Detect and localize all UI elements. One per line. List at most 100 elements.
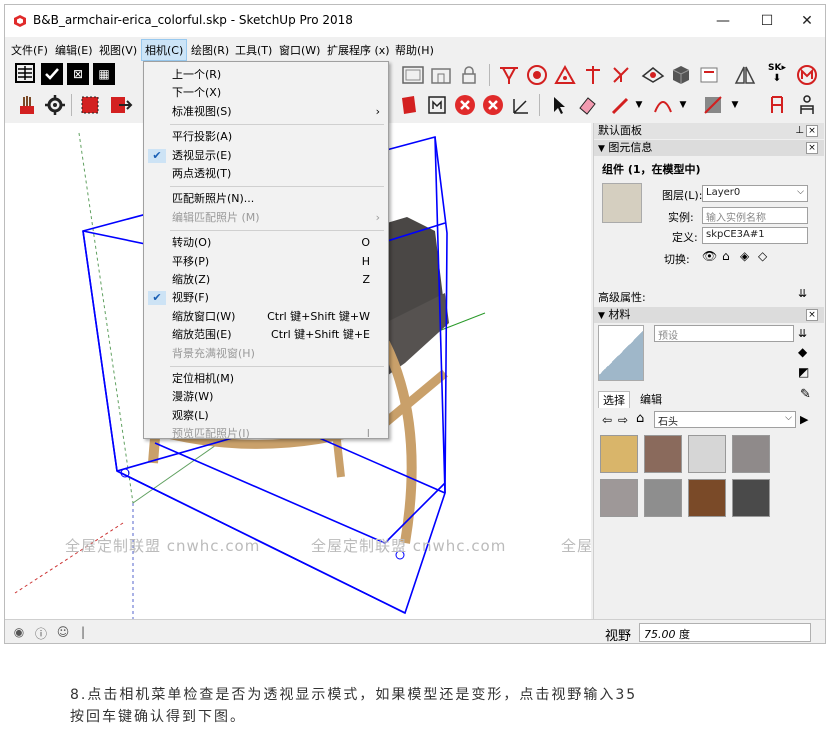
definition-input[interactable]: skpCE3A#1 — [702, 227, 808, 244]
chevron-down-icon[interactable]: ▼ — [671, 93, 695, 117]
details-arrow-icon[interactable]: ▶ — [800, 413, 808, 426]
camera-menu-item[interactable]: ✔ 透视显示(E) — [144, 147, 388, 165]
camera-menu-item[interactable]: ✔ 视野(F) — [144, 289, 388, 307]
receive-shadow-icon[interactable]: ◇ — [758, 249, 767, 263]
paint-brush-icon[interactable] — [15, 93, 39, 117]
entity-info-header[interactable]: ▼ 图元信息 × — [594, 140, 824, 156]
mail-stamp-icon[interactable] — [425, 93, 449, 117]
menu-window[interactable]: 窗口(W) — [279, 42, 320, 58]
unlock-icon[interactable]: ⌂ — [722, 249, 730, 263]
grid-icon[interactable] — [15, 63, 35, 83]
target-icon[interactable] — [525, 63, 549, 87]
back-arrow-icon[interactable]: ⇦ — [602, 413, 612, 427]
export-icon[interactable] — [109, 93, 133, 117]
close-icon[interactable]: × — [806, 142, 818, 154]
camera-menu-item[interactable]: 两点透视(T) — [144, 165, 388, 183]
close-button[interactable]: ✕ — [789, 9, 825, 33]
camera-menu-item[interactable]: 缩放窗口(W) Ctrl 键+Shift 键+W — [144, 308, 388, 326]
material-swatch[interactable] — [644, 479, 682, 517]
material-swatch[interactable] — [644, 435, 682, 473]
menu-file[interactable]: 文件(F) — [11, 42, 48, 58]
person-icon[interactable] — [795, 93, 819, 117]
checkbox-icon[interactable] — [41, 63, 63, 85]
dimension-icon[interactable] — [497, 63, 521, 87]
lock-icon[interactable] — [457, 63, 481, 87]
forward-arrow-icon[interactable]: ⇨ — [618, 413, 628, 427]
select-arrow-icon[interactable] — [547, 93, 571, 117]
default-material-icon[interactable]: ◩ — [798, 365, 809, 379]
house-front-icon[interactable] — [429, 63, 453, 87]
axes-icon[interactable] — [609, 63, 633, 87]
menu-help[interactable]: 帮助(H) — [395, 42, 434, 58]
component-select-icon[interactable] — [79, 93, 103, 117]
geo-location-icon[interactable]: ◉ — [11, 625, 27, 641]
chevron-down-icon[interactable]: ▼ — [723, 93, 747, 117]
camera-menu-item[interactable]: 下一个(X) — [144, 84, 388, 102]
loop-tool-icon[interactable]: ⊠ — [67, 63, 89, 85]
camera-menu-item[interactable]: 缩放(Z) Z — [144, 271, 388, 289]
entity-material-thumbnail[interactable] — [602, 183, 642, 223]
instance-input[interactable]: 输入实例名称 — [702, 207, 808, 224]
sketchfab-icon[interactable]: SK▸ ⬇ — [765, 61, 789, 85]
settings-gear-icon[interactable] — [43, 93, 67, 117]
minimize-button[interactable]: — — [705, 9, 741, 33]
chevron-down-icon[interactable]: ▼ — [627, 93, 651, 117]
home-icon[interactable]: ⌂ — [636, 411, 644, 426]
library-select[interactable]: 石头 ⌵ — [654, 411, 796, 428]
close-icon[interactable]: × — [806, 125, 818, 137]
menu-draw[interactable]: 绘图(R) — [191, 42, 229, 58]
user-icon[interactable]: ☺ — [55, 625, 71, 641]
axes-tool-icon[interactable] — [509, 93, 533, 117]
model-tool-icon[interactable]: ▦ — [93, 63, 115, 85]
cast-shadow-icon[interactable]: ◈ — [740, 249, 749, 263]
camera-menu-item[interactable]: 标准视图(S) › — [144, 103, 388, 121]
maximize-button[interactable]: ☐ — [749, 9, 785, 33]
chair-icon[interactable] — [765, 93, 789, 117]
camera-menu-item[interactable]: 漫游(W) — [144, 388, 388, 406]
camera-menu-item[interactable]: 转动(O) O — [144, 234, 388, 252]
menu-extensions[interactable]: 扩展程序 (x) — [327, 42, 390, 58]
cancel-red-icon[interactable] — [481, 93, 505, 117]
section-plane-icon[interactable] — [641, 63, 665, 87]
pin-icon[interactable]: ⊥ — [795, 123, 804, 139]
materials-header[interactable]: ▼ 材料 × — [594, 307, 824, 323]
camera-menu-item[interactable]: 平行投影(A) — [144, 128, 388, 146]
material-swatch[interactable] — [688, 435, 726, 473]
expand-icon[interactable]: ⇊ — [798, 287, 807, 300]
eyedropper-icon[interactable]: ✎ — [800, 387, 811, 402]
close-icon[interactable]: × — [806, 309, 818, 321]
camera-menu-item[interactable]: 缩放范围(E) Ctrl 键+Shift 键+E — [144, 326, 388, 344]
eye-icon[interactable]: 👁 — [702, 249, 717, 263]
camera-menu-item[interactable]: 平移(P) H — [144, 253, 388, 271]
create-material-icon[interactable]: ⇊ — [798, 327, 807, 340]
display-section-icon[interactable] — [697, 63, 721, 87]
camera-menu-item[interactable]: 上一个(R) — [144, 66, 388, 84]
menu-tools[interactable]: 工具(T) — [235, 42, 272, 58]
menu-edit[interactable]: 编辑(E) — [55, 42, 93, 58]
material-sample-icon[interactable]: ◆ — [798, 345, 807, 359]
tape-measure-icon[interactable] — [581, 63, 605, 87]
material-swatch[interactable] — [732, 479, 770, 517]
cancel-red-icon[interactable] — [453, 93, 477, 117]
tab-edit[interactable]: 编辑 — [636, 391, 666, 407]
gmail-like-icon[interactable] — [795, 63, 819, 87]
camera-menu-item[interactable]: 匹配新照片(N)... — [144, 190, 388, 208]
credits-icon[interactable]: ⓘ — [33, 625, 49, 641]
camera-menu-item[interactable]: 观察(L) — [144, 407, 388, 425]
vcb-input[interactable]: 75.00 度 — [639, 623, 811, 642]
camera-menu-item[interactable]: 定位相机(M) — [144, 370, 388, 388]
material-swatch[interactable] — [732, 435, 770, 473]
material-name-input[interactable]: 预设 — [654, 325, 794, 342]
material-swatch[interactable] — [600, 479, 638, 517]
window-view-icon[interactable] — [401, 63, 425, 87]
tab-select[interactable]: 选择 — [598, 391, 630, 408]
menu-view[interactable]: 视图(V) — [99, 42, 137, 58]
box-solid-icon[interactable] — [669, 63, 693, 87]
protractor-icon[interactable] — [553, 63, 577, 87]
material-swatch[interactable] — [600, 435, 638, 473]
mirror-icon[interactable] — [733, 63, 757, 87]
layer-select[interactable]: Layer0 ⌵ — [702, 185, 808, 202]
eraser-icon[interactable] — [575, 93, 599, 117]
material-swatch[interactable] — [688, 479, 726, 517]
menu-camera[interactable]: 相机(C) — [141, 39, 188, 61]
